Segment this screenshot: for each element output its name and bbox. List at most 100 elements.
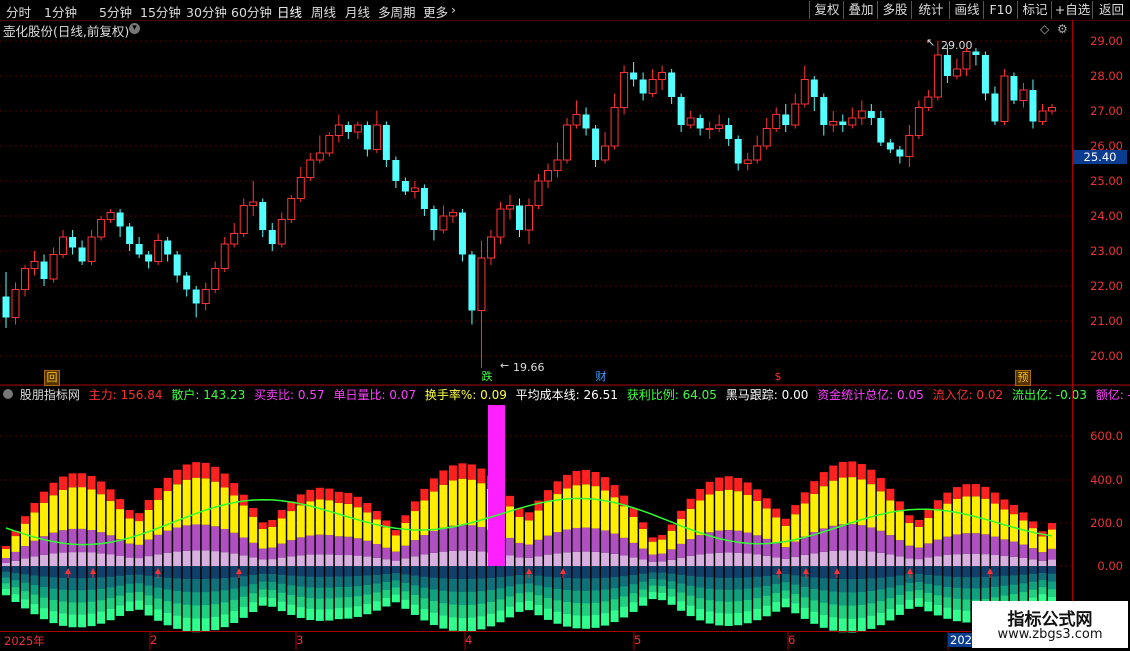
indicator-bar-negative: [30, 604, 39, 615]
indicator-bar: [1048, 548, 1056, 560]
indicator-bar: [154, 554, 163, 566]
indicator-name[interactable]: 股朋指标网: [20, 388, 80, 402]
indicator-bar: [106, 489, 115, 501]
indicator-bar: [211, 481, 220, 527]
indicator-bar: [990, 492, 999, 504]
indicator-bar-negative: [639, 566, 648, 575]
indicator-bar-negative: [1000, 566, 1009, 577]
indicator-bar-negative: [838, 605, 847, 620]
indicator-bar-negative: [182, 604, 191, 619]
indicator-bar: [848, 461, 857, 478]
indicator-bar: [515, 516, 524, 543]
indicator-bar: [905, 515, 914, 523]
indicator-bar: [800, 503, 809, 537]
indicator-value-4: 换手率%: 0.09: [424, 388, 507, 402]
kline-chart[interactable]: [0, 0, 1130, 650]
gear-icon[interactable]: ⚙: [1057, 22, 1068, 36]
indicator-bar: [21, 516, 30, 524]
indicator-bar-negative: [905, 599, 914, 609]
candle-body: [306, 159, 315, 178]
indicator-bar-negative: [734, 577, 743, 590]
indicator-bar: [220, 487, 229, 530]
indicator-bar: [553, 532, 562, 554]
indicator-bar: [192, 550, 201, 566]
indicator-bar: [886, 500, 895, 536]
indicator-bar-negative: [867, 615, 876, 629]
indicator-bar-negative: [677, 601, 686, 611]
candle-body: [582, 114, 590, 129]
event-marker-1[interactable]: 跌: [480, 370, 494, 384]
indicator-bar: [287, 556, 296, 566]
candle-body: [21, 268, 30, 290]
indicator-bar-negative: [591, 590, 600, 604]
indicator-bar-negative: [334, 576, 343, 588]
indicator-bar: [724, 552, 733, 566]
indicator-bar-negative: [325, 587, 334, 599]
candle-body: [762, 128, 771, 147]
chevron-down-icon[interactable]: ▾: [129, 23, 140, 34]
indicator-bar: [914, 559, 923, 566]
indicator-bar: [277, 543, 286, 558]
date-label: 3: [296, 633, 304, 647]
indicator-bar: [420, 554, 429, 566]
indicator-bar-negative: [572, 578, 581, 592]
indicator-toggle-icon[interactable]: [3, 389, 13, 399]
indicator-bar: [420, 535, 429, 555]
event-marker-4[interactable]: 预: [1015, 370, 1031, 386]
indicator-bar-negative: [629, 575, 638, 585]
indicator-bar-negative: [382, 566, 391, 575]
indicator-bar: [30, 556, 39, 566]
indicator-bar-negative: [762, 575, 771, 587]
candle-body: [420, 188, 428, 209]
indicator-bar-negative: [990, 586, 999, 598]
indicator-bar: [639, 559, 648, 566]
indicator-bar: [277, 510, 286, 519]
indicator-bar-negative: [705, 577, 714, 590]
indicator-bar-negative: [173, 566, 182, 579]
indicator-bar-negative: [914, 590, 923, 599]
high-price-label: 29.00: [941, 39, 973, 52]
diamond-icon[interactable]: ◇: [1040, 22, 1049, 36]
candle-body: [734, 139, 742, 164]
candle-body: [943, 55, 951, 76]
indicator-bar-negative: [829, 578, 838, 593]
candle-body: [448, 212, 457, 217]
indicator-bar: [658, 534, 667, 540]
event-marker-3[interactable]: $: [771, 370, 785, 384]
indicator-bar: [40, 502, 49, 537]
indicator-bar: [962, 533, 971, 554]
indicator-bar: [810, 493, 819, 533]
indicator-bar: [363, 502, 372, 513]
indicator-bar-negative: [382, 582, 391, 591]
candle-body: [49, 254, 58, 280]
indicator-bar-negative: [914, 566, 923, 575]
indicator-bar-negative: [591, 566, 600, 579]
event-marker-0[interactable]: 回: [44, 370, 60, 386]
indicator-bar-negative: [344, 586, 353, 598]
candle-body: [572, 114, 581, 126]
indicator-bar: [715, 490, 724, 531]
candle-body: [59, 236, 68, 255]
indicator-bar: [658, 539, 667, 554]
indicator-bar: [1019, 512, 1028, 521]
indicator-bar-negative: [192, 592, 201, 606]
indicator-bar: [772, 557, 781, 566]
indicator-bar: [306, 535, 315, 555]
indicator-bar: [515, 557, 524, 566]
indicator-bar-negative: [610, 577, 619, 589]
indicator-bar-negative: [857, 617, 866, 632]
stock-title[interactable]: 壶化股份(日线,前复权): [3, 21, 129, 40]
indicator-bar-negative: [781, 566, 790, 575]
indicator-bar: [230, 553, 239, 566]
indicator-bar: [848, 550, 857, 566]
indicator-bar-negative: [249, 584, 258, 594]
indicator-bar: [734, 477, 743, 492]
indicator-bar: [439, 470, 448, 485]
indicator-bar: [990, 536, 999, 555]
indicator-bar-negative: [296, 576, 305, 588]
indicator-bar: [59, 530, 68, 553]
indicator-bar: [838, 524, 847, 551]
event-marker-2[interactable]: 财: [594, 370, 608, 384]
indicator-bar-negative: [553, 577, 562, 590]
indicator-bar: [410, 511, 419, 541]
